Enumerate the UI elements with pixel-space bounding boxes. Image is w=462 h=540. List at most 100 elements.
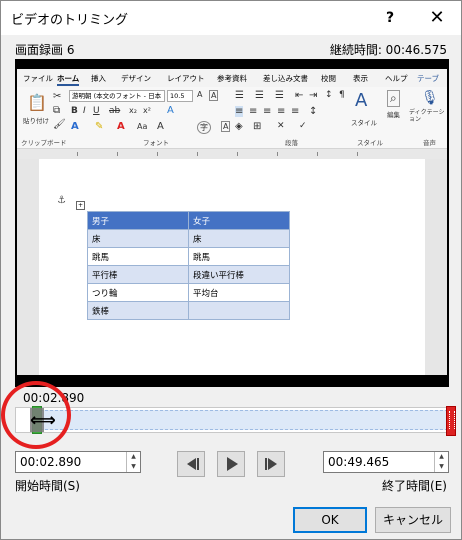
- spin-arrows-icon[interactable]: ▲ ▼: [126, 452, 140, 472]
- ruler-tick: [157, 152, 158, 156]
- group-voice: 音声: [423, 139, 436, 147]
- end-time-input[interactable]: 00:49.465 ▲ ▼: [323, 451, 449, 473]
- char-border-icon: A: [221, 121, 231, 132]
- table-cell: つり輪: [87, 283, 189, 302]
- cut-icon: ✂: [53, 91, 62, 102]
- start-time-input[interactable]: 00:02.890 ▲ ▼: [15, 451, 141, 473]
- tab-mailings: 差し込み文書: [263, 74, 308, 83]
- align-center-icon: ≡: [249, 106, 258, 117]
- video-frame: ファイル ホーム 挿入 デザイン レイアウト 参考資料 差し込み文書 校閲 表示…: [17, 69, 447, 375]
- trim-video-dialog: ビデオのトリミング ? ✕ 画面録画 6 継続時間: 00:46.575 ファイ…: [0, 0, 462, 540]
- table-cell: 鉄棒: [87, 301, 189, 320]
- bullets-icon: ☰: [235, 90, 244, 101]
- tab-review: 校閲: [321, 74, 336, 83]
- ruler-tick: [237, 152, 238, 156]
- document-page: ⚓ + 男子 女子 床 床 跳馬 跳馬 平行棒 段違い平行棒 つり輪 平均台 鉄…: [17, 159, 447, 375]
- spin-arrows-icon[interactable]: ▲ ▼: [434, 452, 448, 472]
- anchor-icon: ⚓: [57, 195, 66, 206]
- multilevel-list-icon: ☰: [275, 90, 284, 101]
- close-button[interactable]: ✕: [417, 5, 457, 31]
- word-ribbon: 📋 貼り付け ✂ ⧉ 🖌 游明朝 (本文のフォント - 日本 10.5 A A …: [17, 87, 447, 149]
- underline-icon: U: [93, 106, 100, 116]
- start-time-value: 00:02.890: [20, 455, 82, 469]
- tab-design: デザイン: [121, 74, 151, 83]
- font-name-box: 游明朝 (本文のフォント - 日本: [69, 90, 165, 102]
- end-trim-handle[interactable]: [446, 406, 456, 436]
- page-margin-left: [17, 159, 39, 375]
- video-name: 画面録画 6: [15, 43, 75, 57]
- tab-layout: レイアウト: [167, 74, 205, 83]
- video-preview: ファイル ホーム 挿入 デザイン レイアウト 参考資料 差し込み文書 校閲 表示…: [15, 59, 449, 387]
- microphone-icon: 🎙: [421, 90, 439, 106]
- table-cell: 跳馬: [87, 247, 189, 266]
- clear-format-icon: A: [209, 90, 219, 101]
- italic-icon: I: [83, 106, 86, 116]
- font-size-box: 10.5: [167, 90, 193, 102]
- clipboard-icon: 📋: [27, 93, 47, 112]
- table-cell: 床: [87, 229, 189, 248]
- previous-frame-icon: [187, 458, 199, 470]
- sort-icon: ↕: [325, 90, 333, 100]
- styles-label: スタイル: [351, 119, 377, 127]
- dialog-title: ビデオのトリミング: [11, 13, 129, 28]
- outdent-icon: ⇥: [309, 90, 318, 101]
- ruler-tick: [77, 152, 78, 156]
- subscript-icon: x₂: [129, 106, 137, 115]
- align-right-icon: ≡: [263, 106, 272, 117]
- paragraph-mark-icon: ¶: [339, 90, 345, 100]
- format-painter-icon: 🖌: [53, 119, 66, 130]
- table-cell: [188, 301, 290, 320]
- justify-icon: ≡: [277, 106, 286, 117]
- duration-label: 継続時間: 00:46.575: [329, 43, 447, 57]
- group-clipboard: クリップボード: [21, 139, 67, 147]
- ruler-tick: [317, 152, 318, 156]
- tab-view: 表示: [353, 74, 368, 83]
- bold-icon: B: [71, 106, 78, 116]
- char-scale-icon: A: [157, 121, 164, 132]
- ruler-tick: [197, 152, 198, 156]
- start-time-label: 開始時間(S): [15, 479, 80, 493]
- ruler-tick: [357, 152, 358, 156]
- help-button[interactable]: ?: [373, 5, 407, 31]
- tab-help: ヘルプ: [385, 74, 408, 83]
- ok-button[interactable]: OK: [293, 507, 367, 533]
- table-row: 鉄棒: [87, 301, 290, 320]
- ruler-tick: [117, 152, 118, 156]
- cancel-button[interactable]: キャンセル: [375, 507, 451, 533]
- group-styles: スタイル: [357, 139, 383, 147]
- paste-label: 貼り付け: [23, 117, 49, 125]
- table-cell: 平均台: [188, 283, 290, 302]
- table-row: 跳馬 跳馬: [87, 247, 290, 266]
- font-enlarge-icon: A: [197, 90, 203, 99]
- ruler-tick: [277, 152, 278, 156]
- table-cell: 女子: [188, 211, 290, 230]
- group-paragraph: 段落: [285, 139, 298, 147]
- find-icon: ⌕: [387, 90, 400, 107]
- asian-layout-icon: ✕: [277, 121, 285, 131]
- title-bar: ビデオのトリミング ? ✕: [1, 1, 461, 35]
- tab-table: テーブ: [417, 74, 440, 83]
- indent-icon: ⇤: [295, 90, 304, 101]
- copy-icon: ⧉: [53, 105, 61, 116]
- group-font: フォント: [143, 139, 169, 147]
- numbering-icon: ☰: [255, 90, 264, 101]
- table-row: 男子 女子: [87, 211, 290, 230]
- font-color-icon: A: [117, 121, 125, 132]
- table-cell: 床: [188, 229, 290, 248]
- ruler: [17, 149, 447, 159]
- trim-timeline[interactable]: ⟺: [15, 406, 456, 436]
- enclosed-char-icon: 字: [197, 121, 211, 134]
- word-ribbon-tabs: ファイル ホーム 挿入 デザイン レイアウト 参考資料 差し込み文書 校閲 表示…: [17, 69, 447, 87]
- table-cell: 男子: [87, 211, 189, 230]
- next-frame-button[interactable]: [257, 451, 285, 477]
- play-button[interactable]: [217, 451, 245, 477]
- end-time-label: 終了時間(E): [382, 479, 447, 493]
- check-icon: ✓: [299, 121, 307, 131]
- previous-frame-button[interactable]: [177, 451, 205, 477]
- timeline-selection: [40, 410, 448, 430]
- align-left-icon: ≡: [235, 106, 244, 117]
- table-cell: 跳馬: [188, 247, 290, 266]
- font-case-icon: Aa: [137, 122, 148, 131]
- document-table: 男子 女子 床 床 跳馬 跳馬 平行棒 段違い平行棒 つり輪 平均台 鉄棒: [87, 211, 290, 320]
- next-frame-icon: [265, 458, 277, 470]
